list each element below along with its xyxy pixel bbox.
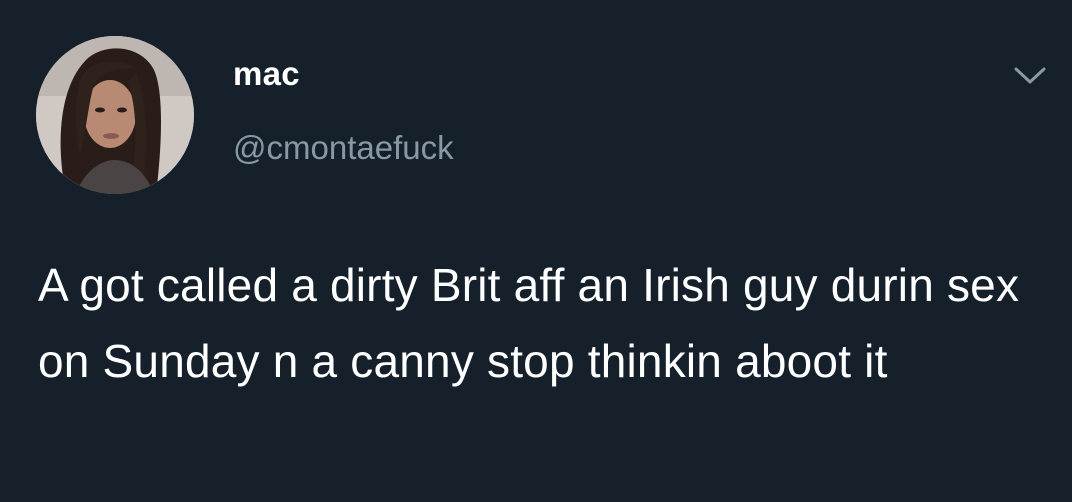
chevron-down-icon — [1014, 67, 1046, 84]
avatar[interactable] — [36, 36, 194, 194]
user-handle[interactable]: @cmontaefuck — [233, 128, 454, 168]
tweet-text: A got called a dirty Brit aff an Irish g… — [38, 259, 1020, 387]
tweet-menu-button[interactable] — [1010, 60, 1050, 90]
avatar-image — [36, 36, 194, 194]
display-name[interactable]: mac — [233, 54, 300, 94]
tweet-card: mac @cmontaefuck A got called a dirty Br… — [0, 0, 1072, 502]
